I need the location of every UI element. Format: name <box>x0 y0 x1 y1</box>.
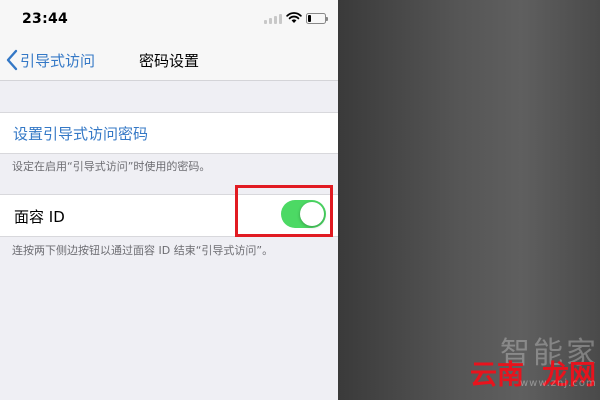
signal-bar <box>274 16 277 24</box>
battery-icon <box>306 13 328 24</box>
status-bar: 23:44 <box>0 0 338 40</box>
watermark-url: www.znj.com <box>520 378 597 389</box>
status-time: 23:44 <box>22 11 69 27</box>
back-button[interactable]: 引导式访问 <box>6 49 95 71</box>
face-id-footer: 连按两下侧边按钮以通过面容 ID 结束“引导式访问”。 <box>12 244 274 257</box>
signal-bar <box>264 20 267 24</box>
set-passcode-label: 设置引导式访问密码 <box>13 125 149 143</box>
battery-level <box>308 15 311 22</box>
page-title: 密码设置 <box>139 52 200 70</box>
face-id-toggle[interactable] <box>281 200 326 228</box>
toggle-knob <box>300 202 324 226</box>
battery-tip <box>326 16 328 21</box>
face-id-label: 面容 ID <box>14 208 65 226</box>
set-passcode-footer: 设定在启用“引导式访问”时使用的密码。 <box>12 160 211 173</box>
set-passcode-cell[interactable]: 设置引导式访问密码 <box>0 112 338 154</box>
signal-bar <box>269 18 272 24</box>
section-spacer <box>0 81 338 112</box>
back-button-label: 引导式访问 <box>20 51 96 70</box>
wifi-icon <box>286 12 302 23</box>
phone-screen: 23:44 引导式访问 密码设置 设置引导式访问密码 设定在启用“引导式访问”时… <box>0 0 338 400</box>
signal-bar <box>279 14 282 24</box>
signal-icon <box>264 14 282 24</box>
watermark-logo-left: 云南 <box>470 360 524 391</box>
navigation-bar: 引导式访问 密码设置 <box>0 40 338 81</box>
back-chevron-icon <box>6 49 18 71</box>
